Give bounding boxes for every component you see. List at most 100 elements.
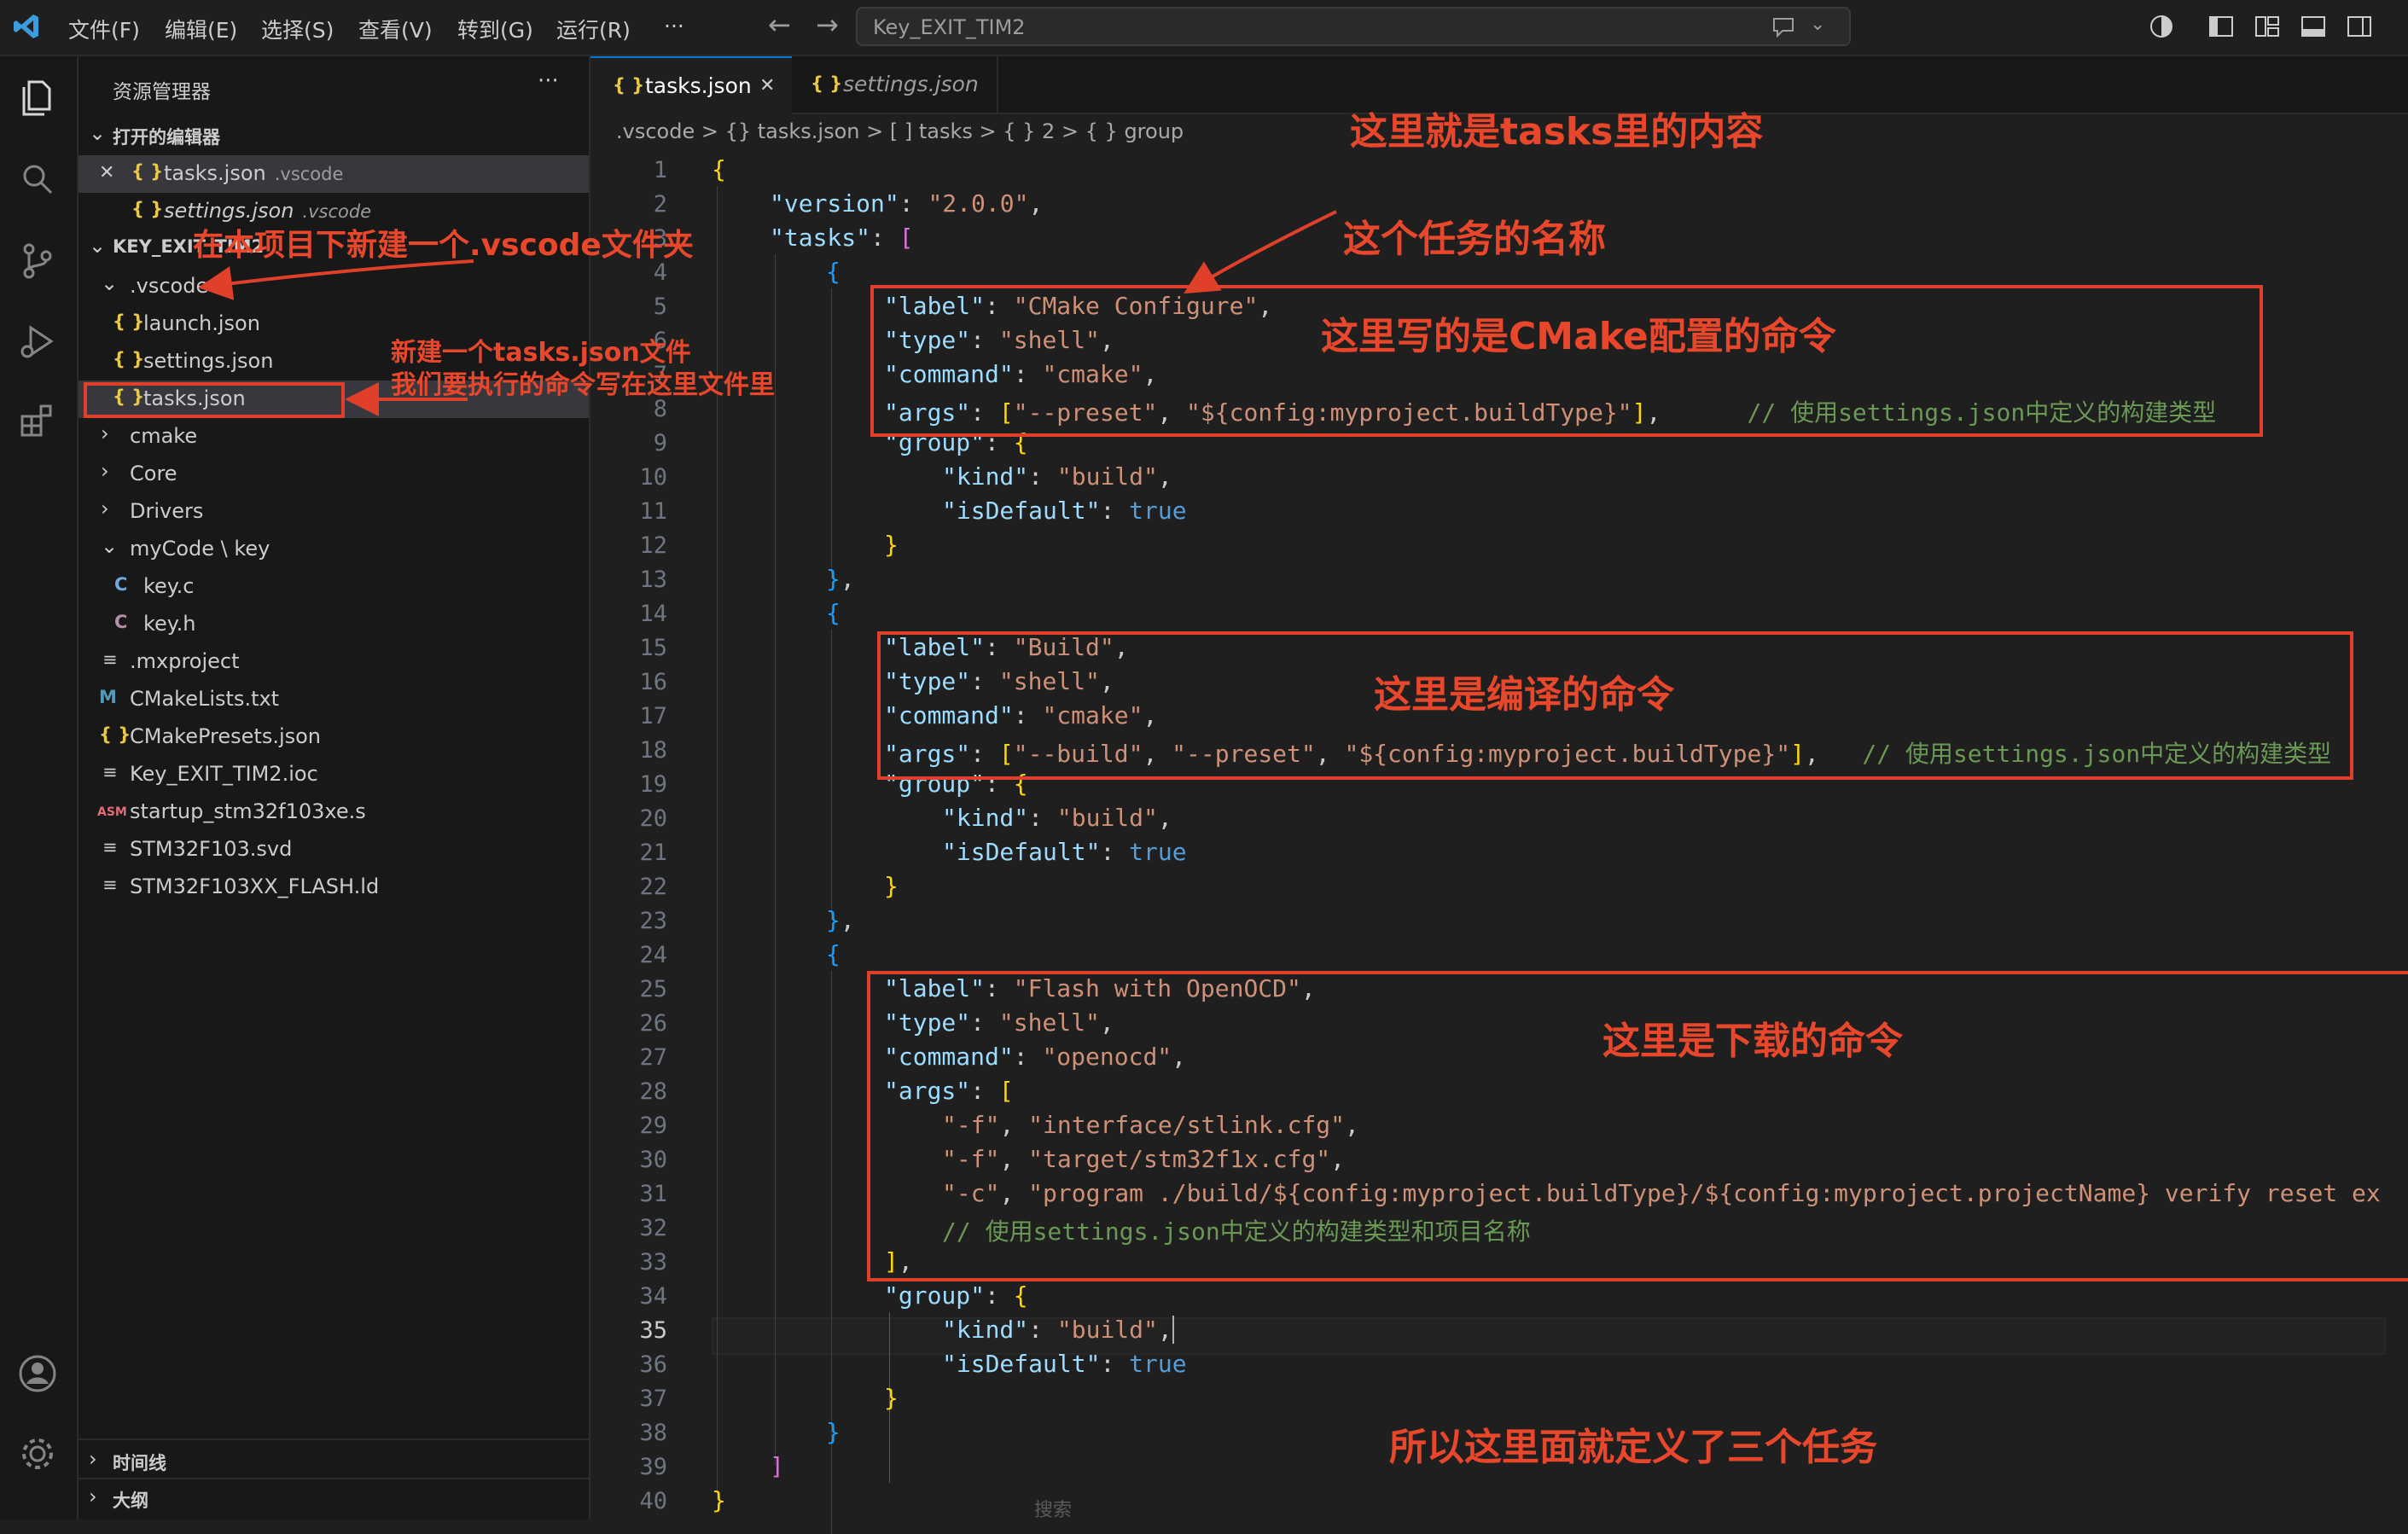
tree-file-svd[interactable]: ≡ STM32F103.svd [79,831,589,869]
code-line-3: "tasks": [ [770,224,914,252]
toggle-secondary-sidebar-icon[interactable] [2345,12,2374,41]
text-file-icon: ≡ [102,762,118,782]
markdown-cmake-file-icon: M [99,687,117,707]
menu-go[interactable]: 转到(G) [457,14,533,44]
line-number: 2 [653,191,667,218]
menu-selection[interactable]: 选择(S) [261,14,334,44]
breadcrumb[interactable]: .vscode > {} tasks.json > [ ] tasks > { … [616,119,1184,143]
open-editor-tasks[interactable]: ✕ { } tasks.json .vscode [79,155,589,193]
open-editors-header[interactable]: ⌄ 打开的编辑器 [79,118,589,155]
source-control-icon[interactable] [15,239,60,283]
tree-file-cmakepresets[interactable]: { } CMakePresets.json [79,718,589,756]
manage-gear-icon[interactable] [15,1432,60,1476]
json-file-icon: { } [613,75,645,96]
back-arrow-icon[interactable]: ← [768,9,791,41]
run-debug-icon[interactable] [15,319,60,363]
explorer-files-icon[interactable] [15,75,60,119]
c-file-icon: C [114,574,128,595]
close-icon[interactable]: ✕ [99,162,114,183]
text-cursor [1172,1316,1174,1344]
chevron-down-icon[interactable]: ⌄ [1810,14,1825,35]
accounts-shield-icon[interactable] [2147,12,2176,41]
code-line-11: "isDefault": true [942,497,1187,525]
menu-view[interactable]: 查看(V) [358,14,433,44]
menu-more[interactable]: ··· [664,14,684,38]
code-line-35: "kind": "build", [942,1316,1174,1344]
timeline-header[interactable]: › 时间线 [79,1444,589,1481]
menu-edit[interactable]: 编辑(E) [165,14,237,44]
code-line-2: "version": "2.0.0", [770,189,1044,218]
tree-folder-core[interactable]: › Core [79,456,589,493]
tree-file-mxproject[interactable]: ≡ .mxproject [79,643,589,681]
code-line-23: }, [826,906,855,934]
line-number: 39 [639,1454,667,1480]
activity-bar [0,56,79,1519]
tree-file-cmakelists[interactable]: M CMakeLists.txt [79,681,589,718]
code-line-1: { [712,155,726,183]
toggle-panel-icon[interactable] [2299,12,2328,41]
line-number: 9 [653,430,667,456]
command-center[interactable]: Key_EXIT_TIM2 ⌄ [856,7,1851,46]
sidebar-divider [79,1478,589,1479]
tab-settings-json[interactable]: { } settings.json [792,56,998,113]
line-number: 40 [639,1488,667,1514]
menu-file[interactable]: 文件(F) [68,14,140,44]
line-number: 1 [653,157,667,183]
json-file-icon: { } [113,311,145,332]
line-number: 33 [639,1249,667,1275]
indent-guide [831,630,832,920]
outline-header[interactable]: › 大纲 [79,1481,589,1519]
vscode-logo-icon [14,15,38,38]
line-number: 19 [639,771,667,798]
line-number: 26 [639,1010,667,1037]
json-file-icon: { } [99,724,131,745]
indent-guide [775,254,776,1466]
code-line-10: "kind": "build", [942,462,1172,491]
customize-layout-icon[interactable] [2253,12,2282,41]
tree-folder-cmake[interactable]: › cmake [79,418,589,456]
line-number: 34 [639,1283,667,1310]
annotation-cmake-config: 这里写的是CMake配置的命令 [1321,315,1836,358]
line-number: 27 [639,1044,667,1071]
tree-folder-drivers[interactable]: › Drivers [79,493,589,531]
tab-tasks-json[interactable]: { } tasks.json ✕ [590,56,792,114]
code-line-14: { [826,599,840,627]
tree-file-ld[interactable]: ≡ STM32F103XX_FLASH.ld [79,869,589,906]
line-number: 24 [639,942,667,968]
extensions-icon[interactable] [15,398,60,442]
tree-file-key-h[interactable]: C key.h [79,606,589,643]
close-icon[interactable]: ✕ [759,75,775,96]
chevron-right-icon: › [101,459,109,483]
tree-file-key-c[interactable]: C key.c [79,568,589,606]
code-line-38: } [826,1418,840,1446]
line-number: 5 [653,293,667,320]
copilot-chat-icon[interactable] [1771,15,1796,39]
account-icon[interactable] [15,1351,60,1396]
forward-arrow-icon[interactable]: → [816,9,839,41]
toggle-primary-sidebar-icon[interactable] [2207,12,2236,41]
text-file-icon: ≡ [102,837,118,857]
line-number: 37 [639,1386,667,1412]
tree-file-startup[interactable]: ASM startup_stm32f103xe.s [79,793,589,831]
chevron-down-icon: ⌄ [101,534,119,558]
search-hint: 搜索 [1034,1500,1073,1521]
explorer-title: 资源管理器 [113,81,211,103]
header-file-icon: C [114,612,128,632]
command-center-label: Key_EXIT_TIM2 [873,15,1026,39]
annotation-new-folder: 在本项目下新建一个.vscode文件夹 [193,228,694,263]
tree-folder-vscode[interactable]: ⌄ .vscode [79,268,589,305]
text-file-icon: ≡ [102,649,118,670]
search-icon[interactable] [15,157,60,201]
line-number: 21 [639,840,667,866]
line-number: 23 [639,908,667,934]
indent-guide [831,288,832,578]
tree-folder-mycode[interactable]: ⌄ myCode \ key [79,531,589,568]
explorer-more-actions[interactable]: ··· [538,68,559,94]
code-line-24: { [826,940,840,968]
line-number: 35 [639,1317,667,1344]
chevron-right-icon: › [101,497,109,520]
line-number: 38 [639,1420,667,1446]
tree-file-ioc[interactable]: ≡ Key_EXIT_TIM2.ioc [79,756,589,793]
line-number: 22 [639,874,667,900]
menu-run[interactable]: 运行(R) [556,14,631,44]
